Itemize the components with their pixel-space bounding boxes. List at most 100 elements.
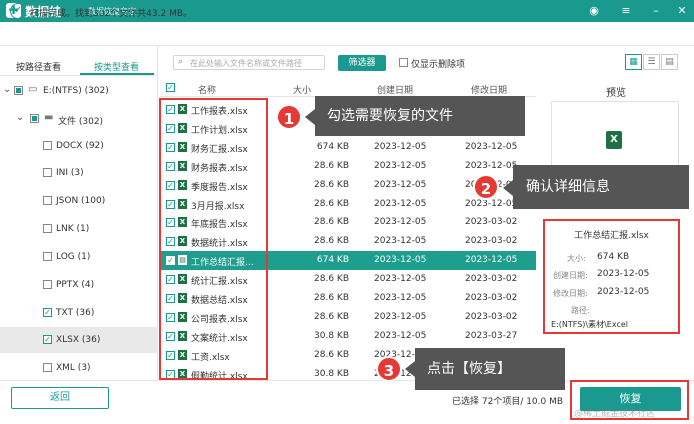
drive-icon: ▭ <box>28 84 38 95</box>
callout-arrow <box>405 361 415 377</box>
created-date: 2023-12-05 <box>374 160 427 171</box>
tree-item-label: PPTX (4) <box>56 280 95 290</box>
step-2-badge: 2 <box>473 174 499 200</box>
column-modified[interactable]: 修改日期 <box>471 83 507 96</box>
created-label: 创建日期: <box>553 271 588 280</box>
select-all-checkbox[interactable]: ✓ <box>166 83 175 92</box>
tree-item-json[interactable]: JSON (100) <box>0 188 158 214</box>
user-icon[interactable]: ◉ <box>586 3 602 19</box>
search-icon: ⌕ <box>178 57 184 67</box>
column-name[interactable]: 名称 <box>198 83 216 96</box>
tree-checkbox[interactable] <box>14 86 23 95</box>
search-placeholder: 在此处输入文件名称或文件路径 <box>190 59 302 68</box>
tree-checkbox[interactable]: ✓ <box>43 335 52 344</box>
created-date: 2023-12-05 <box>374 179 427 190</box>
step-1-badge: 1 <box>276 104 302 130</box>
step-1-callout: 勾选需要恢复的文件 <box>315 96 525 136</box>
tree-checkbox[interactable] <box>43 363 52 372</box>
created-date: 2023-12-05 <box>374 236 427 247</box>
status-row <box>0 22 694 46</box>
size-label: 大小: <box>567 254 586 263</box>
tree-checkbox[interactable] <box>43 280 52 289</box>
tree-item-xml[interactable]: XML (3) <box>0 355 158 381</box>
modified-date: 2023-03-02 <box>465 311 518 322</box>
tree-item-label: 文件 (302) <box>58 117 104 127</box>
tree-item-label: E:(NTFS) (302) <box>43 86 109 96</box>
tab-by-type[interactable]: 按类型查看 <box>94 60 139 73</box>
only-deleted-label: 仅显示删除项 <box>411 60 466 70</box>
modified-date: 2023-03-27 <box>465 330 518 341</box>
preview-title: 预览 <box>606 88 626 99</box>
tree-item-label: JSON (100) <box>56 196 106 206</box>
created-date: 2023-12-05 <box>374 141 427 152</box>
created-date: 2023-12-05 <box>374 293 427 303</box>
tree-checkbox[interactable] <box>43 224 52 233</box>
tree-item-label: DOCX (92) <box>56 141 104 151</box>
created-date: 2023-12-05 <box>374 217 427 228</box>
watermark: @稀土掘金技术社区 <box>574 409 656 419</box>
detail-view-icon[interactable]: ▤ <box>661 54 678 70</box>
selected-summary: 已选择 72个项目/ 10.0 MB <box>452 397 564 407</box>
file-size: 28.6 KB <box>314 198 349 209</box>
tree-item-pptx[interactable]: PPTX (4) <box>0 272 158 298</box>
tree-item-ini[interactable]: INI (3) <box>0 160 158 186</box>
tree-checkbox[interactable] <box>43 168 52 177</box>
tree-checkbox[interactable] <box>43 196 52 205</box>
tree-checkbox[interactable] <box>43 252 52 261</box>
tree-item-lnk[interactable]: LNK (1) <box>0 216 158 242</box>
tree-item-log[interactable]: LOG (1) <box>0 244 158 270</box>
file-size: 30.8 KB <box>314 368 349 379</box>
tree-item-txt[interactable]: ✓ TXT (36) <box>0 300 158 326</box>
file-size: 674 KB <box>316 141 349 152</box>
created-date: 2023-12-05 <box>374 198 427 209</box>
modified-date: 2023-12-05 <box>465 141 518 152</box>
callout-arrow <box>503 180 513 196</box>
modified-date: 2023-03-02 <box>465 274 518 285</box>
tree-checkbox[interactable] <box>30 114 39 123</box>
grid-view-icon[interactable]: ▦ <box>625 54 642 70</box>
step-3-badge: 3 <box>376 356 402 382</box>
file-size: 28.6 KB <box>314 217 349 228</box>
menu-icon[interactable]: ≡ <box>618 3 634 19</box>
left-pane: 按路径查看 按类型查看 ⌄ ▭ E:(NTFS) (302) ⌄ ▬ 文件 (3… <box>0 46 158 380</box>
tree-item-drive[interactable]: ⌄ ▭ E:(NTFS) (302) <box>0 78 158 104</box>
tree-item-label: LOG (1) <box>56 252 91 262</box>
callout-arrow <box>305 109 315 125</box>
path-label: 路径: <box>571 306 590 315</box>
column-size[interactable]: 大小 <box>293 83 311 96</box>
close-icon[interactable]: ✕ <box>674 3 690 19</box>
file-size: 28.6 KB <box>314 293 349 303</box>
chevron-down-icon[interactable]: ⌄ <box>16 112 24 123</box>
tree-checkbox[interactable]: ✓ <box>43 308 52 317</box>
file-size: 28.6 KB <box>314 311 349 322</box>
chevron-down-icon[interactable]: ⌄ <box>3 84 11 95</box>
tree-checkbox[interactable] <box>43 141 52 150</box>
tree-item-label: LNK (1) <box>56 224 90 234</box>
scan-status-text: 扫描完成。找到302个文件共43.2 MB。 <box>30 9 193 19</box>
minimize-icon[interactable]: – <box>648 3 664 19</box>
modified-label: 修改日期: <box>553 289 588 298</box>
path-value: E:(NTFS)\素材\Excel <box>551 320 628 329</box>
tree-item-docx[interactable]: DOCX (92) <box>0 133 158 159</box>
only-deleted-checkbox[interactable] <box>399 58 408 67</box>
created-date: 2023-12-05 <box>374 330 427 341</box>
filter-button[interactable]: 筛选器 <box>338 55 386 71</box>
file-name: 工作总结汇报.xlsx <box>574 231 649 241</box>
modified-date: 2023-12-05 <box>465 160 518 171</box>
tab-by-path[interactable]: 按路径查看 <box>16 60 61 73</box>
file-size: 28.6 KB <box>314 274 349 285</box>
file-size: 28.6 KB <box>314 236 349 247</box>
back-button[interactable]: 返回 <box>11 387 109 409</box>
modified-date: 2023-03-02 <box>465 236 518 247</box>
list-view-icon[interactable]: ☰ <box>643 54 660 70</box>
tree-item-folder[interactable]: ⌄ ▬ 文件 (302) <box>0 106 158 132</box>
tree-item-xlsx[interactable]: ✓ XLSX (36) <box>0 327 158 353</box>
tree-item-label: XLSX (36) <box>56 335 101 345</box>
step-2-callout: 确认详细信息 <box>513 165 689 209</box>
file-size: 28.6 KB <box>314 179 349 190</box>
modified-date: 2023-03-02 <box>465 217 518 228</box>
file-info-highlight: 工作总结汇报.xlsx 大小: 674 KB 创建日期: 2023-12-05 … <box>543 219 680 334</box>
tree-item-label: XML (3) <box>56 363 91 373</box>
column-created[interactable]: 创建日期 <box>377 83 413 96</box>
check-circle-icon: ✓ <box>10 3 26 19</box>
